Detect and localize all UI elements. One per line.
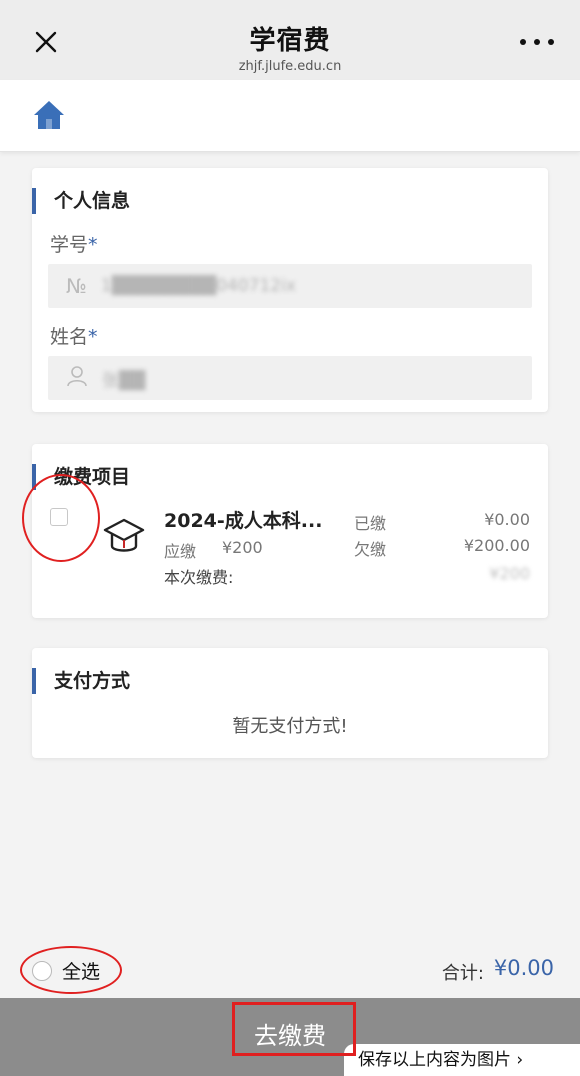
due-value: ¥200 — [222, 538, 263, 557]
student-id-field: № 1████████040712ix — [48, 264, 532, 308]
fee-items-title: 缴费项目 — [32, 464, 130, 490]
select-all-radio[interactable] — [32, 961, 52, 981]
required-mark: * — [88, 326, 98, 348]
student-id-value: 1████████040712ix — [100, 276, 296, 296]
page-title: 学宿费 — [249, 26, 331, 56]
dot — [548, 39, 554, 45]
fee-item-name[interactable]: 2024-成人本科... — [164, 506, 322, 533]
top-nav-bar: 学宿费 zhjf.jlufe.edu.cn — [0, 0, 580, 80]
no-payment-method-text: 暂无支付方式! — [232, 716, 348, 737]
fee-items-card: 缴费项目 2024-成人本科... 应缴 ¥200 本次缴费: 已缴 ¥0.00… — [32, 444, 548, 618]
user-icon — [66, 365, 88, 392]
student-id-label-text: 学号 — [50, 234, 89, 256]
dot — [520, 39, 526, 45]
total-label: 合计: — [441, 963, 484, 984]
number-sign-icon: № — [66, 274, 87, 298]
select-all-label[interactable]: 全选 — [62, 957, 100, 984]
page-domain: zhjf.jlufe.edu.cn — [238, 59, 342, 74]
save-as-image-button[interactable]: 保存以上内容为图片 › — [344, 1044, 580, 1076]
home-icon[interactable] — [32, 98, 66, 132]
page: 学宿费 zhjf.jlufe.edu.cn 个人信息 学号* № 1██████… — [0, 0, 580, 1076]
fee-item-checkbox[interactable] — [50, 508, 68, 526]
paid-value: ¥0.00 — [484, 510, 530, 529]
payment-method-card: 支付方式 暂无支付方式! — [32, 648, 548, 758]
required-mark: * — [88, 234, 98, 256]
owed-value: ¥200.00 — [463, 536, 530, 555]
student-id-label: 学号* — [50, 230, 98, 257]
graduation-cap-icon — [102, 514, 146, 558]
total-value: ¥0.00 — [493, 956, 554, 980]
select-all-row: 全选 合计: ¥0.00 — [0, 944, 580, 998]
home-bar — [0, 80, 580, 152]
this-payment-value[interactable]: ¥200 — [489, 564, 530, 583]
paid-label: 已缴 — [354, 514, 387, 533]
payment-method-title: 支付方式 — [32, 668, 130, 694]
personal-info-title: 个人信息 — [32, 188, 130, 214]
more-dots-icon[interactable] — [520, 30, 554, 54]
dot — [534, 39, 540, 45]
name-label-text: 姓名 — [50, 326, 89, 348]
personal-info-card: 个人信息 学号* № 1████████040712ix 姓名* 张██ — [32, 168, 548, 412]
name-value: 张██ — [102, 370, 146, 391]
name-field: 张██ — [48, 356, 532, 400]
owed-label: 欠缴 — [354, 540, 387, 559]
title-area: 学宿费 zhjf.jlufe.edu.cn — [0, 20, 580, 74]
due-label: 应缴 — [164, 542, 197, 561]
name-label: 姓名* — [50, 322, 98, 349]
this-payment-label: 本次缴费: — [164, 568, 234, 587]
